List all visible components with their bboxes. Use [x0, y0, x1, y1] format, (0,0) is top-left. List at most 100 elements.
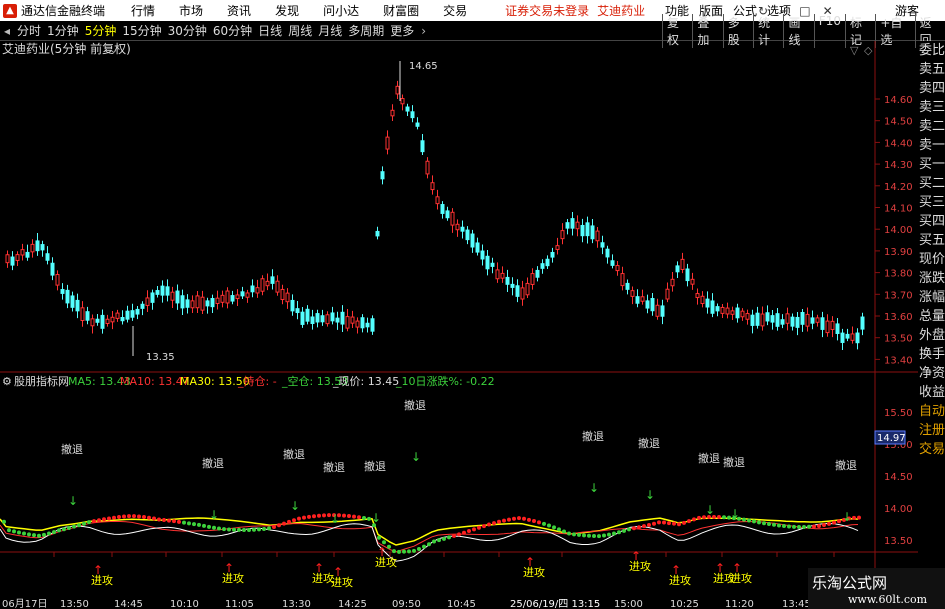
indicator-gear-icon[interactable]: ⚙	[2, 375, 12, 388]
side-item-15[interactable]: 外盘	[918, 326, 945, 345]
candle-body	[855, 332, 860, 344]
candle-body	[65, 289, 70, 304]
side-item-21[interactable]: 交易	[918, 440, 945, 459]
signal-dot	[437, 538, 441, 543]
period-1min[interactable]: 1分钟	[44, 22, 82, 39]
candle-body	[10, 256, 15, 266]
side-item-16[interactable]: 换手	[918, 345, 945, 364]
menu-quotes[interactable]: 行情	[119, 2, 167, 19]
side-item-0[interactable]: 委比	[918, 41, 945, 60]
time-tick-label: 06月17日	[2, 598, 47, 609]
signal-dot	[607, 532, 611, 537]
candle-body	[70, 295, 75, 308]
signal-dot	[232, 527, 236, 532]
side-item-11[interactable]: 现价	[918, 250, 945, 269]
candle-body	[635, 296, 640, 304]
candle-body	[175, 290, 180, 304]
signal-dot	[307, 514, 311, 519]
side-item-4[interactable]: 卖二	[918, 117, 945, 136]
side-item-6[interactable]: 买一	[918, 155, 945, 174]
signal-dot	[447, 535, 451, 540]
menu-news[interactable]: 资讯	[215, 2, 263, 19]
signal-dot	[127, 514, 131, 519]
signal-labels: 撤退↓撤退↓撤退↓撤退↓撤退↓撤退↓撤退↓撤退↓撤退↓撤退↓撤退↓↑进攻↑进攻↑…	[61, 398, 857, 589]
signal-dot	[527, 517, 531, 522]
candle-body	[805, 313, 810, 327]
panel-settings-icon[interactable]: ◇	[864, 44, 873, 57]
period-15min[interactable]: 15分钟	[119, 22, 164, 39]
signal-dot	[62, 527, 66, 532]
signal-dot	[167, 518, 171, 523]
period-week[interactable]: 周线	[285, 22, 315, 39]
signal-dot	[522, 516, 526, 521]
more-chevron-icon[interactable]: ›	[417, 24, 430, 38]
signal-dot	[562, 529, 566, 534]
candle-body	[475, 242, 480, 253]
period-5min[interactable]: 5分钟	[82, 22, 120, 39]
candle-body	[165, 286, 170, 296]
period-month[interactable]: 月线	[315, 22, 345, 39]
side-item-9[interactable]: 买四	[918, 212, 945, 231]
signal-dot	[612, 531, 616, 536]
menu-wealth[interactable]: 财富圈	[371, 2, 431, 19]
candle-body	[285, 292, 290, 303]
time-tick-label: 09:50	[392, 599, 421, 609]
candle-body	[485, 255, 490, 270]
side-item-20[interactable]: 注册	[918, 421, 945, 440]
chart-canvas[interactable]: 14.60 14.50 14.40 14.30 14.20 14.10 14.00 13.90…	[0, 41, 945, 609]
side-item-17[interactable]: 净资	[918, 364, 945, 383]
candle-body	[770, 315, 775, 323]
signal-dot	[212, 525, 216, 530]
candle-body	[195, 295, 200, 309]
signal-dot	[817, 523, 821, 528]
period-more[interactable]: 更多	[387, 22, 417, 39]
side-item-7[interactable]: 买二	[918, 174, 945, 193]
candle-body	[200, 296, 205, 311]
signal-dot	[592, 533, 596, 538]
signal-dot	[137, 514, 141, 519]
price-tick-label: 14.00	[884, 225, 913, 236]
side-item-1[interactable]: 卖五	[918, 60, 945, 79]
menu-market[interactable]: 市场	[167, 2, 215, 19]
side-item-18[interactable]: 收益	[918, 383, 945, 402]
candle-body	[390, 109, 395, 117]
menu-trade[interactable]: 交易	[431, 2, 479, 19]
menu-ask[interactable]: 问小达	[311, 2, 371, 19]
signal-dot	[652, 521, 656, 526]
stock-name-link[interactable]: 艾迪药业	[597, 2, 645, 19]
prev-arrow-icon[interactable]: ◂	[0, 24, 14, 38]
candle-body	[465, 229, 470, 241]
candle-body	[345, 316, 350, 329]
chart-options-icon[interactable]: ⌄	[109, 43, 118, 56]
side-item-13[interactable]: 涨幅	[918, 288, 945, 307]
side-item-12[interactable]: 涨跌	[918, 269, 945, 288]
menu-discover[interactable]: 发现	[263, 2, 311, 19]
period-30min[interactable]: 30分钟	[165, 22, 210, 39]
high-price-label: 14.65	[409, 61, 438, 72]
candle-body	[275, 280, 280, 293]
indicator-tick-label: 14.00	[884, 504, 913, 515]
side-item-14[interactable]: 总量	[918, 307, 945, 326]
signal-dot	[792, 524, 796, 529]
side-item-19[interactable]: 自动	[918, 402, 945, 421]
price-legend: _现价: 13.45	[332, 375, 399, 388]
trade-login-notice[interactable]: 证券交易未登录	[505, 2, 589, 19]
price-tick-label: 14.10	[884, 204, 913, 215]
period-day[interactable]: 日线	[255, 22, 285, 39]
attack-label: 进攻	[629, 559, 651, 573]
signal-dot	[382, 540, 386, 545]
side-item-8[interactable]: 买三	[918, 193, 945, 212]
candle-body	[85, 311, 90, 321]
side-item-2[interactable]: 卖四	[918, 79, 945, 98]
side-item-10[interactable]: 买五	[918, 231, 945, 250]
period-60min[interactable]: 60分钟	[210, 22, 255, 39]
side-item-3[interactable]: 卖三	[918, 98, 945, 117]
period-tick[interactable]: 分时	[14, 22, 44, 39]
candle-body	[835, 323, 840, 334]
panel-collapse-icon[interactable]: ▽	[850, 44, 859, 57]
side-item-5[interactable]: 卖一	[918, 136, 945, 155]
period-multi[interactable]: 多周期	[345, 22, 387, 39]
price-tick-label: 13.50	[884, 334, 913, 345]
down-arrow-icon: ↓	[730, 507, 740, 521]
signal-dot	[22, 531, 26, 536]
